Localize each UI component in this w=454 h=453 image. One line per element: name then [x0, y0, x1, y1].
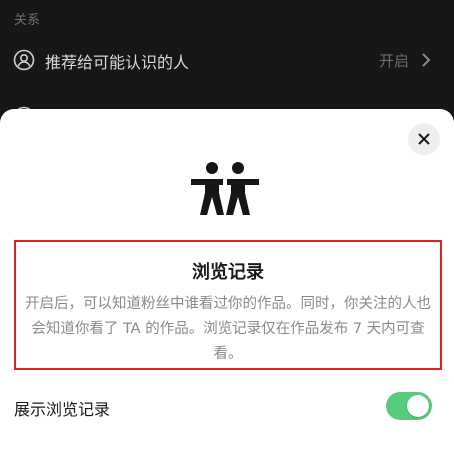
- show-browsing-history-row: 展示浏览记录: [0, 389, 454, 429]
- section-header-relationship: 关系: [14, 13, 41, 28]
- sheet-title: 浏览记录: [192, 262, 264, 283]
- row-label: 推荐给可能认识的人: [45, 53, 190, 72]
- chevron-right-icon: [422, 53, 431, 67]
- toggle-label: 展示浏览记录: [14, 400, 111, 419]
- show-browsing-history-toggle[interactable]: [386, 392, 432, 420]
- sheet-description: 开启后，可以知道粉丝中谁看过你的作品。同时，你关注的人也会知道你看了 TA 的作…: [25, 296, 431, 362]
- close-button[interactable]: [408, 123, 440, 155]
- row-value: 开启: [379, 52, 410, 70]
- highlighted-info-box: 浏览记录 开启后，可以知道粉丝中谁看过你的作品。同时，你关注的人也会知道你看了 …: [14, 240, 442, 370]
- browsing-history-sheet: 浏览记录 开启后，可以知道粉丝中谁看过你的作品。同时，你关注的人也会知道你看了 …: [0, 109, 454, 453]
- user-circle-icon: [13, 49, 35, 71]
- recommend-to-acquaintances-row[interactable]: 推荐给可能认识的人 开启: [0, 38, 454, 82]
- two-people-icon: [191, 162, 259, 215]
- close-icon: [418, 133, 430, 145]
- toggle-knob: [407, 395, 429, 417]
